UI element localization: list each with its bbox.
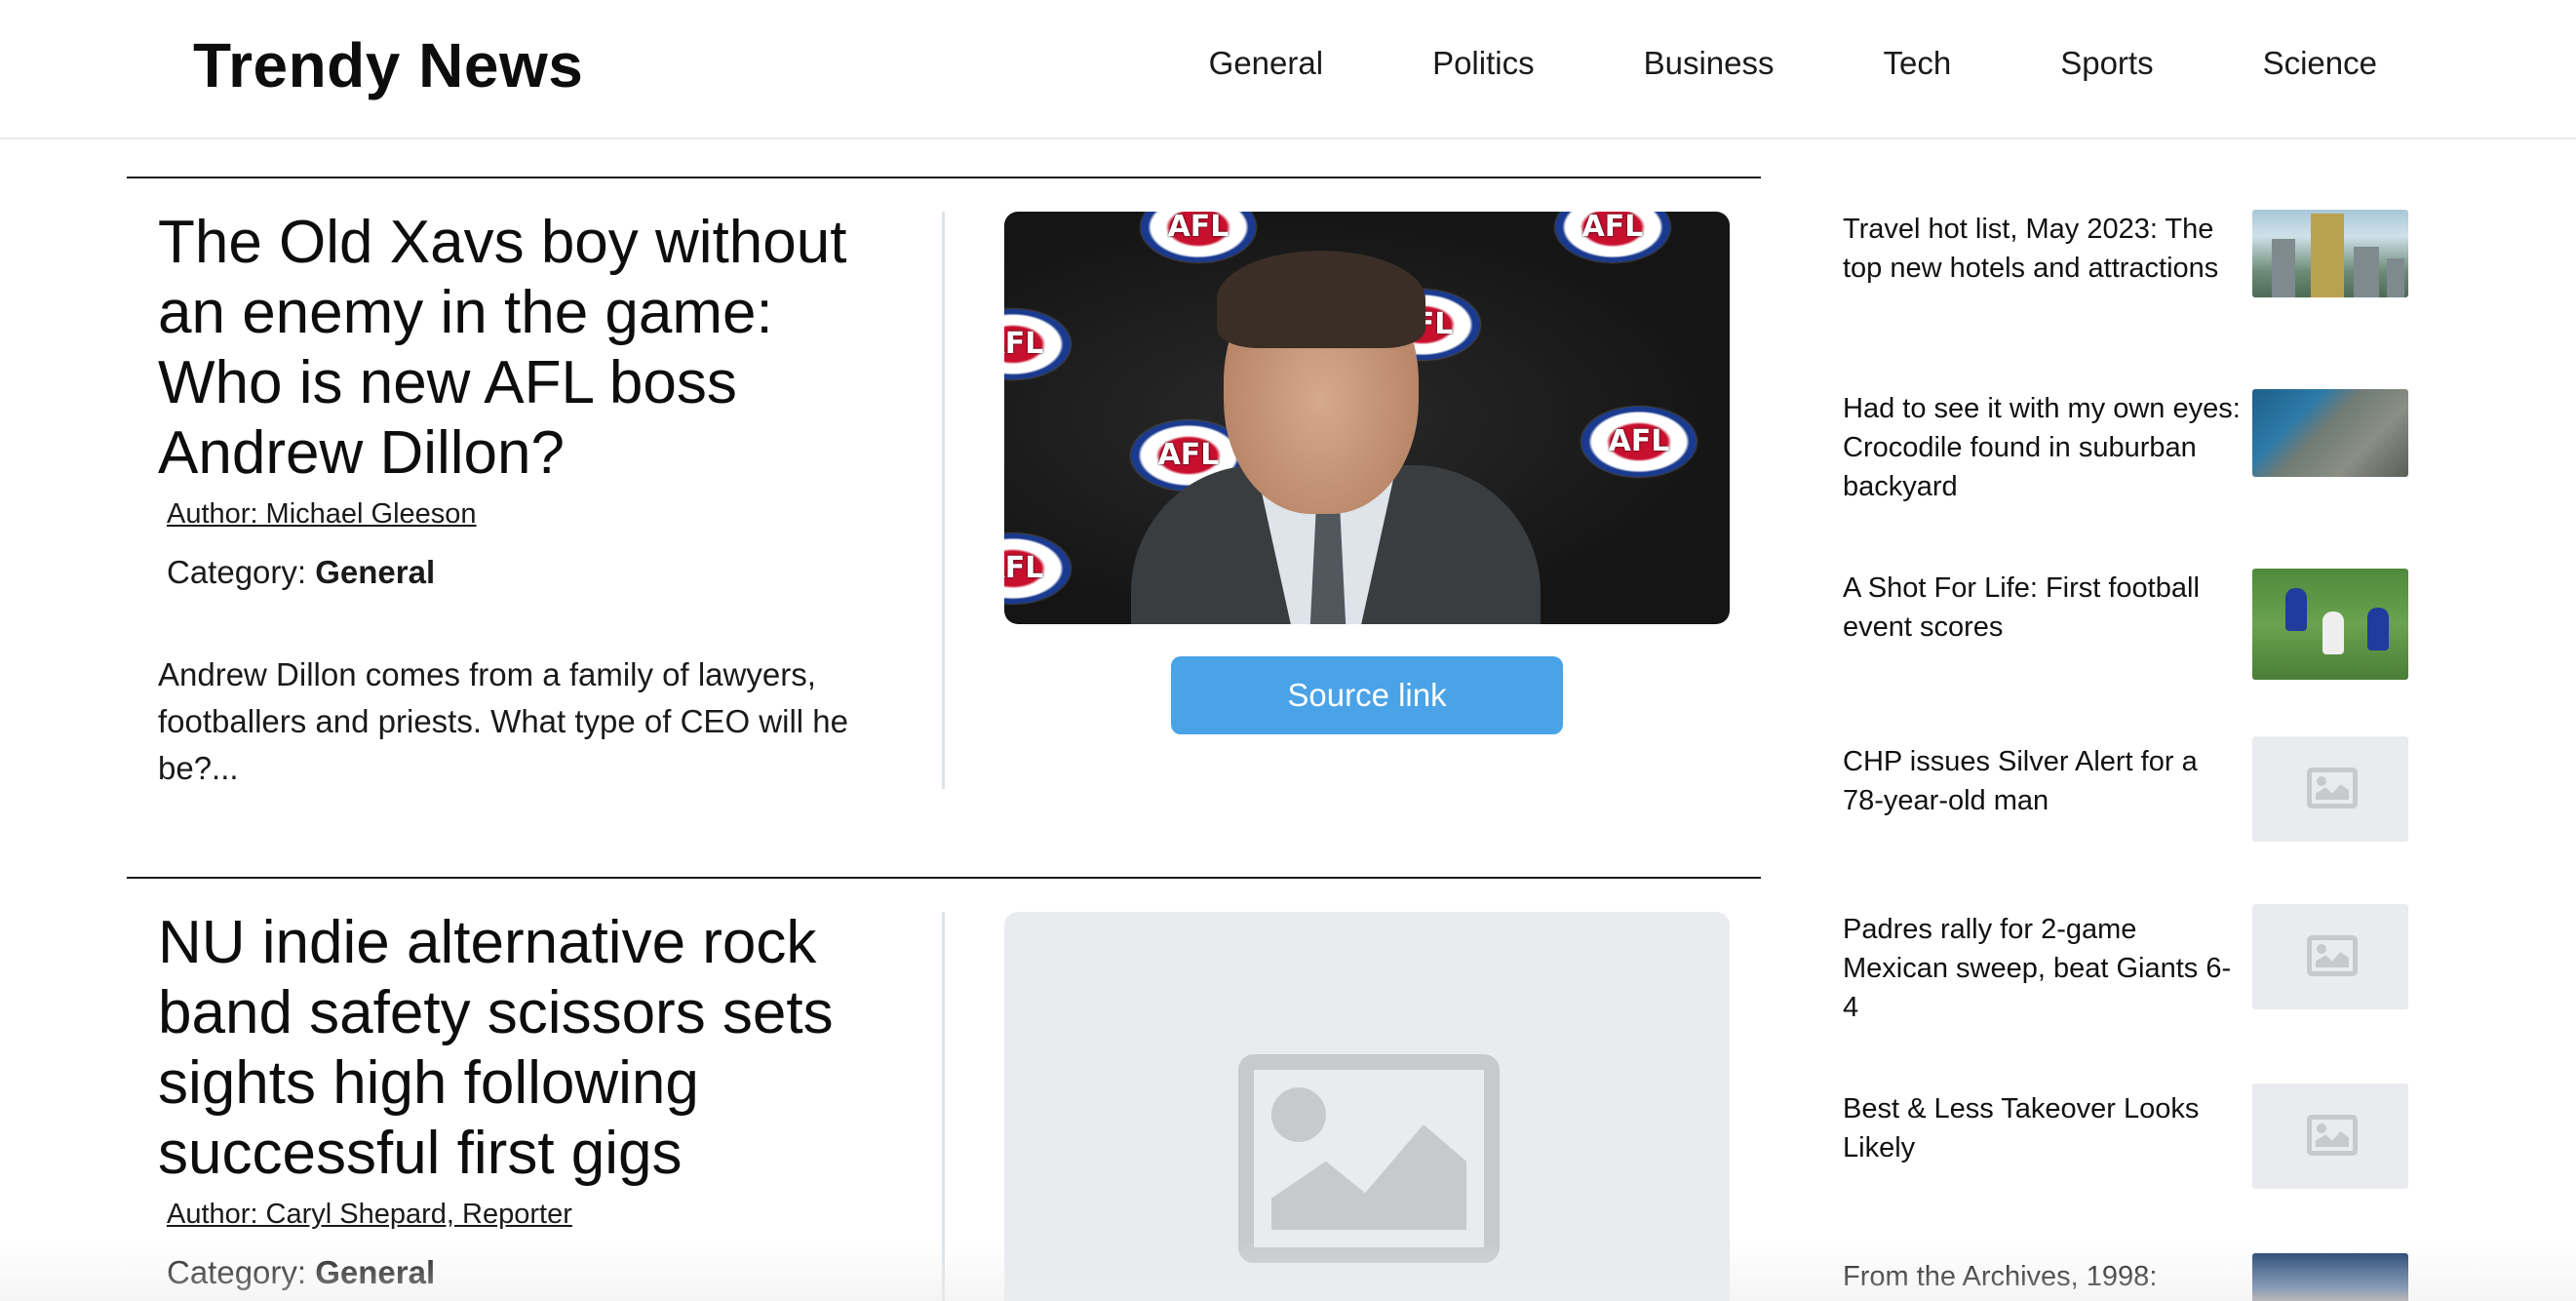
sidebar-item-title[interactable]: A Shot For Life: First football event sc…: [1843, 569, 2243, 647]
nav-sports[interactable]: Sports: [2060, 45, 2153, 82]
article-image: AFL AFL AFL AFL AFL AFL AFL: [1004, 212, 1730, 624]
source-link-button[interactable]: Source link: [1171, 656, 1563, 734]
category-value: General: [315, 1254, 436, 1290]
afl-logo: AFL: [1141, 212, 1256, 262]
football-photo-thumbnail[interactable]: [2252, 569, 2408, 680]
site-header: Trendy News General Politics Business Te…: [0, 0, 2576, 139]
article-card: NU indie alternative rock band safety sc…: [127, 877, 1761, 1301]
sidebar-item-title[interactable]: From the Archives, 1998:: [1843, 1257, 2243, 1296]
thumbnail-placeholder[interactable]: [2252, 1084, 2408, 1189]
sidebar-item-title[interactable]: Best & Less Takeover Looks Likely: [1843, 1089, 2243, 1167]
thumbnail-placeholder[interactable]: [2252, 736, 2408, 842]
nav-tech[interactable]: Tech: [1884, 45, 1952, 82]
nav-general[interactable]: General: [1209, 45, 1323, 82]
nav-science[interactable]: Science: [2263, 45, 2377, 82]
sidebar-item-title[interactable]: Travel hot list, May 2023: The top new h…: [1843, 210, 2243, 288]
vertical-divider: [942, 212, 945, 789]
article-excerpt: Andrew Dillon comes from a family of law…: [158, 656, 848, 786]
nav-politics[interactable]: Politics: [1432, 45, 1535, 82]
afl-logo: AFL: [1581, 407, 1697, 477]
article-category: Category: General: [167, 1254, 899, 1291]
category-label: Category:: [167, 554, 307, 590]
article-author-link[interactable]: Author: Michael Gleeson: [167, 498, 899, 531]
image-placeholder-icon: [2307, 935, 2358, 976]
crocodile-photo-thumbnail[interactable]: [2252, 389, 2408, 477]
sidebar-item-title[interactable]: Padres rally for 2-game Mexican sweep, b…: [1843, 910, 2243, 1027]
afl-logo: AFL: [1555, 212, 1670, 262]
image-placeholder-icon: [2307, 1115, 2358, 1156]
afl-logo: AFL: [1004, 309, 1071, 379]
vertical-divider: [942, 912, 945, 1301]
sidebar-item-title[interactable]: Had to see it with my own eyes: Crocodil…: [1843, 389, 2243, 506]
site-logo[interactable]: Trendy News: [193, 29, 583, 101]
archive-photo-thumbnail[interactable]: [2252, 1253, 2408, 1301]
article-image-placeholder: [1004, 912, 1730, 1301]
person-hair: [1217, 251, 1425, 348]
article-text: The Old Xavs boy without an enemy in the…: [158, 208, 899, 792]
article-card: The Old Xavs boy without an enemy in the…: [127, 177, 1761, 877]
sidebar-item-title[interactable]: CHP issues Silver Alert for a 78-year-ol…: [1843, 742, 2243, 820]
category-label: Category:: [167, 1254, 307, 1290]
article-feed: The Old Xavs boy without an enemy in the…: [127, 177, 1761, 1301]
article-title[interactable]: NU indie alternative rock band safety sc…: [158, 908, 899, 1189]
category-value: General: [315, 554, 436, 590]
afl-logo: AFL: [1004, 533, 1071, 604]
article-author-link[interactable]: Author: Caryl Shepard, Reporter: [167, 1199, 899, 1231]
nav-business[interactable]: Business: [1644, 45, 1775, 82]
image-placeholder-icon: [1238, 1054, 1500, 1263]
image-placeholder-icon: [2307, 768, 2358, 808]
thumbnail-placeholder[interactable]: [2252, 904, 2408, 1009]
main-nav: General Politics Business Tech Sports Sc…: [1100, 45, 2377, 82]
article-text: NU indie alternative rock band safety sc…: [158, 908, 899, 1291]
article-title[interactable]: The Old Xavs boy without an enemy in the…: [158, 208, 899, 489]
article-category: Category: General: [167, 554, 899, 591]
city-photo-thumbnail[interactable]: [2252, 210, 2408, 297]
